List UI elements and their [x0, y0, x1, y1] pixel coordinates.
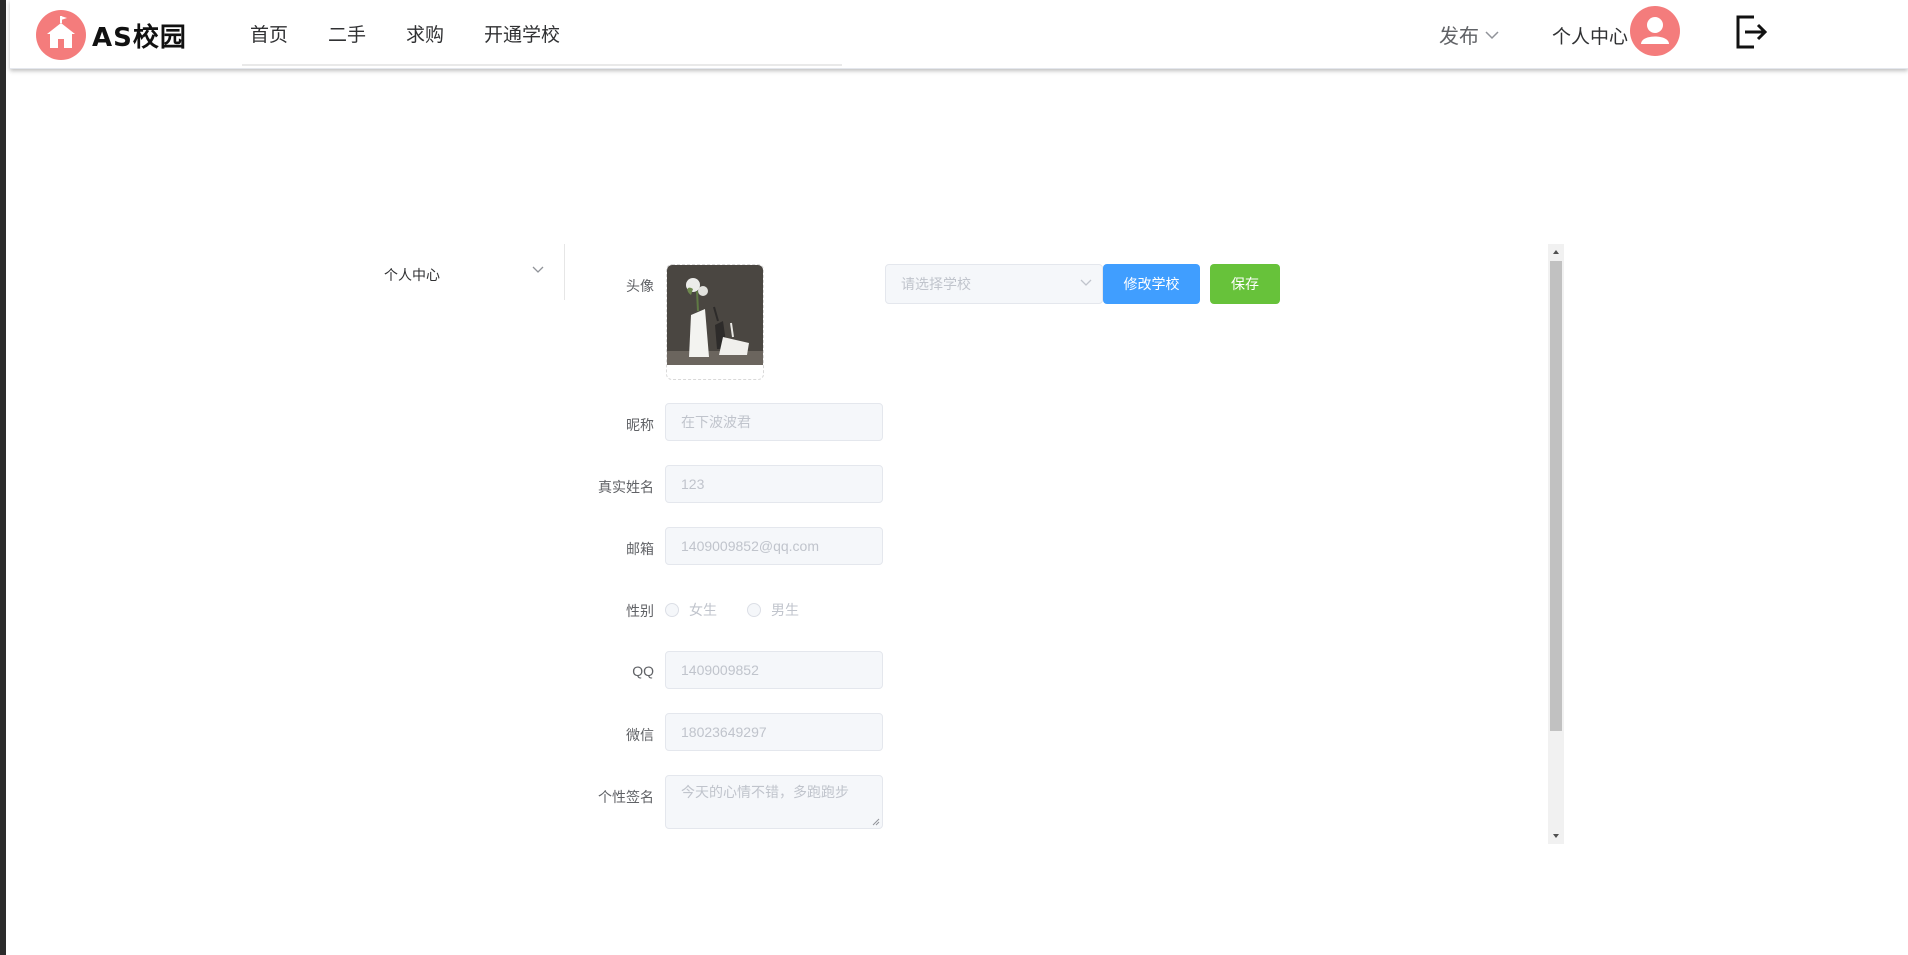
qq-label: QQ — [632, 663, 654, 679]
side-menu-label: 个人中心 — [384, 267, 440, 283]
scroll-down-arrow-icon[interactable] — [1548, 828, 1564, 844]
nickname-label: 昵称 — [626, 417, 654, 433]
qq-field[interactable]: 1409009852 — [665, 651, 883, 689]
window-edge — [0, 0, 6, 955]
avatar-uploader[interactable] — [666, 264, 764, 380]
gender-option-female: 女生 — [689, 602, 717, 618]
content-scrollbar[interactable] — [1548, 244, 1564, 844]
nickname-value: 在下波波君 — [681, 414, 751, 430]
realname-value: 123 — [681, 476, 705, 492]
gender-option-male: 男生 — [771, 602, 799, 618]
logo[interactable]: AS校园 — [36, 10, 187, 60]
nav-divider — [242, 64, 842, 66]
gender-radio-female[interactable]: 女生 — [665, 600, 717, 620]
qq-value: 1409009852 — [681, 662, 759, 678]
school-select[interactable]: 请选择学校 — [885, 264, 1103, 304]
signature-textarea[interactable]: 今天的心情不错，多跑跑步 — [665, 775, 883, 829]
user-avatar-icon[interactable] — [1630, 6, 1680, 56]
publish-dropdown[interactable]: 发布 — [1439, 20, 1499, 49]
main-nav: 首页 二手 求购 开通学校 — [250, 0, 600, 66]
logout-icon[interactable] — [1734, 14, 1768, 55]
school-select-placeholder: 请选择学校 — [901, 276, 971, 292]
radio-circle-icon — [665, 603, 679, 617]
personal-center-link[interactable]: 个人中心 — [1552, 22, 1628, 49]
top-header: AS校园 首页 二手 求购 开通学校 发布 个人中心 — [10, 0, 1908, 69]
save-button[interactable]: 保存 — [1210, 264, 1280, 304]
publish-label: 发布 — [1439, 26, 1479, 48]
chevron-down-icon — [532, 266, 544, 273]
resize-handle-icon[interactable] — [872, 818, 880, 826]
realname-label: 真实姓名 — [598, 479, 654, 495]
scrollbar-thumb[interactable] — [1550, 261, 1562, 731]
avatar-image — [667, 265, 763, 365]
signature-value: 今天的心情不错，多跑跑步 — [681, 784, 849, 800]
email-field[interactable]: 1409009852@qq.com — [665, 527, 883, 565]
email-label: 邮箱 — [626, 541, 654, 557]
radio-circle-icon — [747, 603, 761, 617]
email-value: 1409009852@qq.com — [681, 538, 819, 554]
nav-home[interactable]: 首页 — [250, 20, 288, 47]
nav-secondhand[interactable]: 二手 — [328, 20, 366, 47]
school-icon — [36, 10, 86, 60]
chevron-down-icon — [1485, 30, 1499, 39]
wechat-field[interactable]: 18023649297 — [665, 713, 883, 751]
modify-school-button[interactable]: 修改学校 — [1103, 264, 1200, 304]
chevron-down-icon — [1080, 279, 1092, 286]
logo-text: AS校园 — [92, 22, 187, 53]
nav-open-school[interactable]: 开通学校 — [484, 20, 560, 47]
wechat-label: 微信 — [626, 727, 654, 743]
gender-label: 性别 — [626, 603, 654, 619]
realname-field[interactable]: 123 — [665, 465, 883, 503]
scroll-up-arrow-icon[interactable] — [1548, 244, 1564, 260]
nickname-field[interactable]: 在下波波君 — [665, 403, 883, 441]
gender-radio-male[interactable]: 男生 — [747, 600, 799, 620]
avatar-label: 头像 — [626, 278, 654, 294]
nav-wanted[interactable]: 求购 — [406, 20, 444, 47]
wechat-value: 18023649297 — [681, 724, 767, 740]
signature-label: 个性签名 — [598, 789, 654, 805]
